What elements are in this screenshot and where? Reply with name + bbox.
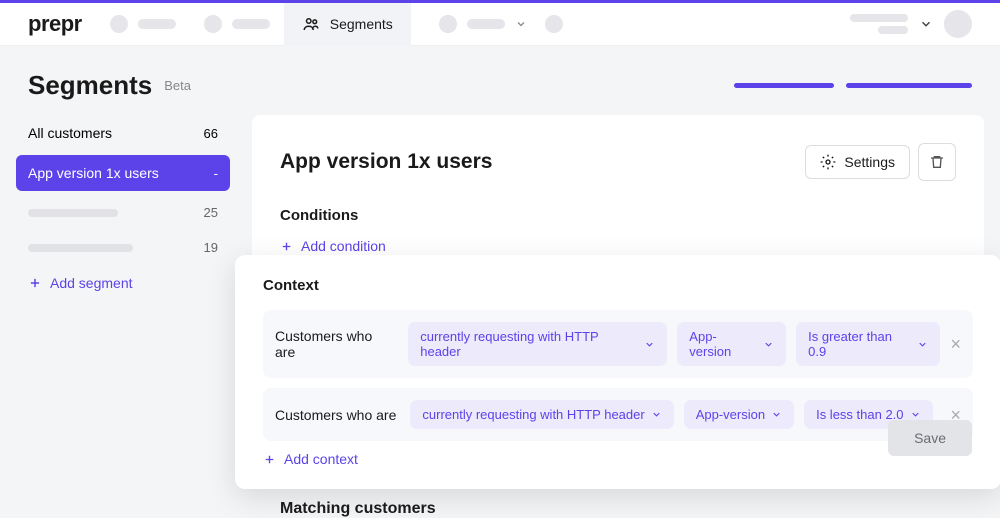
chevron-down-icon <box>515 18 527 30</box>
sidebar-ph-count: 25 <box>204 205 218 220</box>
context-pill-op[interactable]: Is greater than 0.9 <box>796 322 940 366</box>
sidebar-placeholder-1: 25 <box>16 195 230 230</box>
remove-context-row[interactable]: × <box>950 335 961 353</box>
sidebar-item-appversion[interactable]: App version 1x users - <box>16 155 230 191</box>
main-panel: App version 1x users Settings Conditions… <box>252 115 984 301</box>
add-context-label: Add context <box>284 451 358 467</box>
add-segment-button[interactable]: Add segment <box>16 265 230 301</box>
add-condition-label: Add condition <box>301 238 386 254</box>
context-title: Context <box>263 277 973 294</box>
context-pill-field[interactable]: App-version <box>677 322 786 366</box>
sidebar-item-label: All customers <box>28 125 112 141</box>
users-icon <box>302 15 320 33</box>
page-title: Segments <box>28 70 152 101</box>
context-row-2: Customers who are currently requesting w… <box>263 388 973 441</box>
beta-badge: Beta <box>164 78 191 93</box>
nav-placeholder-4 <box>545 15 563 33</box>
plus-icon <box>263 453 276 466</box>
context-pill-field[interactable]: App-version <box>684 400 794 429</box>
nav-segments[interactable]: Segments <box>284 3 411 46</box>
context-pill-header[interactable]: currently requesting with HTTP header <box>410 400 673 429</box>
sidebar-ph-count: 19 <box>204 240 218 255</box>
conditions-title: Conditions <box>280 207 956 224</box>
user-menu-toggle[interactable] <box>916 14 936 34</box>
nav-right <box>850 10 972 38</box>
segment-title: App version 1x users <box>280 150 492 174</box>
gear-icon <box>820 154 836 170</box>
nav-placeholder-2 <box>204 15 270 33</box>
chevron-down-icon <box>910 409 921 420</box>
delete-button[interactable] <box>918 143 956 181</box>
add-condition-button[interactable]: Add condition <box>280 238 956 254</box>
chevron-down-icon <box>917 339 928 350</box>
main-header: App version 1x users Settings <box>280 143 956 181</box>
avatar[interactable] <box>944 10 972 38</box>
plus-icon <box>280 240 293 253</box>
context-prefix: Customers who are <box>275 328 394 360</box>
chevron-down-icon <box>763 339 774 350</box>
chevron-down-icon <box>919 17 933 31</box>
context-card: Context Customers who are currently requ… <box>235 255 1000 489</box>
settings-label: Settings <box>844 154 895 170</box>
nav-segments-label: Segments <box>330 16 393 32</box>
trash-icon <box>929 154 945 170</box>
add-segment-label: Add segment <box>50 275 133 291</box>
sidebar-item-count: - <box>214 166 218 181</box>
content-area: All customers 66 App version 1x users - … <box>0 115 1000 301</box>
save-button[interactable]: Save <box>888 420 972 456</box>
context-pill-header[interactable]: currently requesting with HTTP header <box>408 322 667 366</box>
chevron-down-icon <box>644 339 655 350</box>
page-header: Segments Beta <box>0 46 1000 115</box>
context-prefix: Customers who are <box>275 407 396 423</box>
chevron-down-icon <box>771 409 782 420</box>
settings-button[interactable]: Settings <box>805 145 910 179</box>
logo: prepr <box>28 11 82 37</box>
sidebar-item-count: 66 <box>204 126 218 141</box>
topbar: prepr Segments <box>0 3 1000 46</box>
nav-placeholder-3 <box>439 15 527 33</box>
context-row-1: Customers who are currently requesting w… <box>263 310 973 378</box>
add-context-button[interactable]: Add context <box>263 451 973 467</box>
sidebar-placeholder-2: 19 <box>16 230 230 265</box>
sidebar-item-label: App version 1x users <box>28 165 159 181</box>
chevron-down-icon <box>651 409 662 420</box>
sidebar-item-all[interactable]: All customers 66 <box>16 115 230 151</box>
sidebar: All customers 66 App version 1x users - … <box>16 115 230 301</box>
matching-title: Matching customers <box>280 500 436 518</box>
nav-placeholder-1 <box>110 15 176 33</box>
plus-icon <box>28 276 42 290</box>
progress-indicator <box>734 83 972 88</box>
